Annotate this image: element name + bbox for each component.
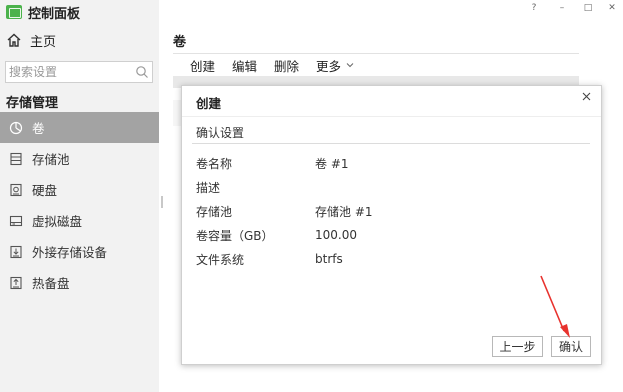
sidebar-item-label: 外接存储设备 [32, 245, 108, 260]
summary-row-volume-name: 卷名称 卷 #1 [196, 151, 576, 175]
sidebar-item-label: 硬盘 [32, 183, 58, 198]
sidebar-item-hot-spare[interactable]: 热备盘 [0, 267, 159, 298]
help-icon: ? [531, 3, 537, 13]
row-key: 卷名称 [196, 156, 233, 171]
virtual-disk-icon [8, 213, 24, 229]
title-divider [173, 53, 579, 54]
minimize-icon: – [559, 3, 565, 13]
row-value: 100.00 [315, 228, 357, 242]
search-input[interactable] [6, 62, 130, 82]
search-box [5, 61, 153, 83]
sidebar-item-home-label: 主页 [30, 34, 57, 50]
dialog-close-button[interactable] [579, 89, 593, 103]
close-window-button[interactable]: ✕ [602, 1, 622, 15]
summary-row-description: 描述 [196, 175, 576, 199]
more-button[interactable]: 更多 [316, 56, 354, 75]
row-key: 描述 [196, 180, 221, 195]
maximize-icon: □ [583, 3, 593, 13]
sidebar-item-home[interactable]: 主页 [6, 29, 56, 51]
storage-pool-icon [8, 151, 24, 167]
summary-row-storage-pool: 存储池 存储池 #1 [196, 199, 576, 223]
summary-row-file-system: 文件系统 btrfs [196, 247, 576, 271]
hard-disk-icon [8, 182, 24, 198]
storage-group-title: 存储管理 [6, 96, 59, 111]
row-value: btrfs [315, 252, 343, 266]
section-divider [192, 143, 590, 144]
sidebar-item-label: 虚拟磁盘 [32, 214, 83, 229]
sidebar-item-volume[interactable]: 卷 [0, 112, 159, 143]
sidebar-item-label: 热备盘 [32, 276, 70, 291]
sidebar: 控制面板 主页 存储管理 卷 存储池 [0, 0, 159, 392]
dialog-title: 创建 [196, 96, 222, 111]
close-icon [582, 92, 590, 100]
more-label: 更多 [316, 58, 342, 74]
chevron-down-icon [346, 63, 354, 68]
row-key: 卷容量（GB） [196, 228, 274, 243]
sidebar-item-label: 卷 [32, 121, 45, 136]
page-title: 卷 [173, 35, 187, 50]
row-value: 卷 #1 [315, 156, 349, 171]
summary-row-capacity: 卷容量（GB） 100.00 [196, 223, 576, 247]
app-title: 控制面板 [6, 3, 81, 22]
settings-summary: 卷名称 卷 #1 描述 存储池 存储池 #1 卷容量（GB） 100.00 文件… [196, 151, 576, 271]
sidebar-resize-handle[interactable] [161, 196, 163, 208]
create-volume-dialog: 创建 确认设置 卷名称 卷 #1 描述 存储池 存储池 #1 卷容量（GB） 1… [181, 85, 602, 365]
row-key: 文件系统 [196, 252, 245, 267]
row-key: 存储池 [196, 204, 233, 219]
pie-chart-icon [8, 120, 24, 136]
edit-button[interactable]: 编辑 [232, 56, 257, 75]
sidebar-item-virtual-disk[interactable]: 虚拟磁盘 [0, 205, 159, 236]
search-icon[interactable] [135, 65, 149, 82]
confirm-button[interactable]: 确认 [551, 336, 591, 357]
close-icon: ✕ [608, 3, 616, 13]
external-storage-icon [8, 244, 24, 260]
minimize-button[interactable]: – [552, 1, 572, 15]
app-title-text: 控制面板 [28, 6, 81, 22]
help-button[interactable]: ? [524, 1, 544, 15]
sidebar-item-hard-disk[interactable]: 硬盘 [0, 174, 159, 205]
app-logo-icon [6, 5, 22, 19]
storage-nav-list: 卷 存储池 硬盘 虚拟磁盘 外接存储设备 热备盘 [0, 112, 159, 298]
sidebar-item-label: 存储池 [32, 152, 70, 167]
maximize-button[interactable]: □ [578, 1, 598, 15]
sidebar-item-storage-pool[interactable]: 存储池 [0, 143, 159, 174]
create-button[interactable]: 创建 [190, 56, 215, 75]
delete-button[interactable]: 删除 [274, 56, 299, 75]
section-title: 确认设置 [196, 126, 245, 140]
previous-step-button[interactable]: 上一步 [492, 336, 543, 357]
hot-spare-icon [8, 275, 24, 291]
home-icon [7, 33, 21, 47]
row-value: 存储池 #1 [315, 204, 373, 219]
dialog-header-divider [182, 116, 601, 117]
toolbar: 创建 编辑 删除 更多 [190, 56, 371, 74]
sidebar-item-external-storage[interactable]: 外接存储设备 [0, 236, 159, 267]
